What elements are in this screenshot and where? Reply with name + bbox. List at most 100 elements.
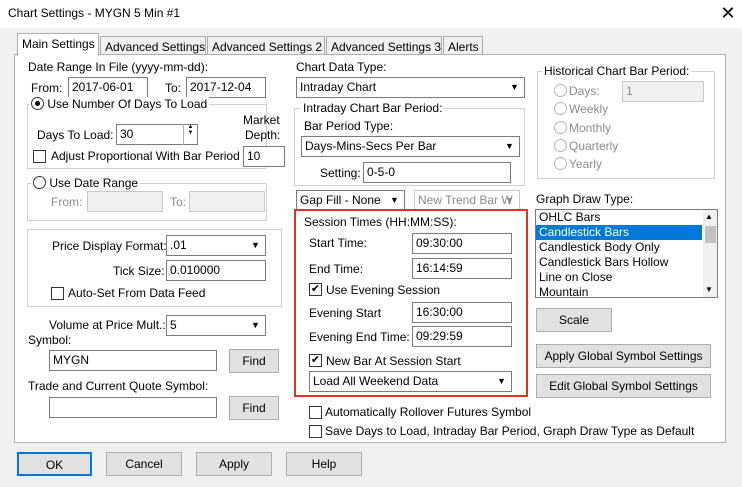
start-time-label: Start Time: [309, 236, 368, 250]
scroll-down-icon[interactable]: ▼ [705, 285, 713, 294]
days-radio[interactable] [31, 97, 44, 110]
title-bar: Chart Settings - MYGN 5 Min #1 ✕ [0, 0, 742, 28]
price-format-select[interactable]: .01 ▼ [166, 235, 266, 256]
apply-button[interactable]: Apply [196, 452, 272, 476]
chevron-down-icon: ▼ [505, 195, 514, 205]
scale-button[interactable]: Scale [536, 308, 612, 332]
list-item[interactable]: Line on Close [536, 270, 717, 285]
date-range-radio-row[interactable]: Use Date Range [31, 176, 141, 190]
bar-period-type-label: Bar Period Type: [304, 119, 394, 133]
chevron-down-icon: ▼ [390, 195, 399, 205]
spin-down-icon[interactable]: ▼ [184, 130, 197, 136]
historical-days-label: Days: [569, 84, 600, 98]
symbol-find-button[interactable]: Find [229, 349, 279, 373]
date-range-label: Date Range In File (yyyy-mm-dd): [28, 60, 209, 74]
volume-mult-label: Volume at Price Mult.: [49, 318, 166, 332]
historical-group-label: Historical Chart Bar Period: [542, 64, 692, 78]
tick-size-field[interactable]: 0.010000 [166, 260, 266, 281]
start-time-field[interactable]: 09:30:00 [412, 233, 512, 254]
chevron-down-icon: ▼ [251, 320, 260, 330]
evening-session-checkbox[interactable]: ✔ [309, 283, 322, 296]
session-times-label: Session Times (HH:MM:SS): [304, 215, 457, 229]
scroll-thumb[interactable] [705, 226, 716, 243]
tick-size-label: Tick Size: [113, 264, 165, 278]
adjust-proportional-checkbox[interactable] [33, 150, 46, 163]
chevron-down-icon: ▼ [497, 376, 506, 386]
date-range-from-label: From: [51, 195, 83, 209]
evening-end-field[interactable]: 09:29:59 [412, 326, 512, 347]
days-radio-row[interactable]: Use Number Of Days To Load [29, 97, 210, 111]
cancel-button[interactable]: Cancel [106, 452, 182, 476]
to-date-field[interactable]: 2017-12-04 [186, 77, 266, 98]
bar-period-type-select[interactable]: Days-Mins-Secs Per Bar ▼ [301, 136, 520, 157]
setting-field[interactable]: 0-5-0 [363, 162, 511, 183]
tab-main-settings[interactable]: Main Settings [17, 33, 99, 56]
days-spinner[interactable]: ▲ ▼ [183, 124, 197, 145]
edit-global-settings-button[interactable]: Edit Global Symbol Settings [536, 374, 711, 398]
new-trend-select: New Trend Bar W ▼ [414, 190, 520, 211]
new-trend-value: New Trend Bar W [418, 193, 513, 207]
quote-symbol-field[interactable] [49, 397, 217, 418]
chevron-down-icon: ▼ [505, 141, 514, 151]
list-item-selected[interactable]: Candlestick Bars [536, 225, 702, 240]
historical-yearly-radio [554, 157, 567, 170]
ok-button[interactable]: OK [17, 452, 92, 476]
date-range-to-field [189, 191, 265, 212]
volume-mult-select[interactable]: 5 ▼ [166, 315, 266, 336]
price-format-label: Price Display Format: [52, 239, 167, 253]
weekend-data-select[interactable]: Load All Weekend Data ▼ [309, 371, 512, 392]
quote-symbol-find-button[interactable]: Find [229, 396, 279, 420]
historical-quarterly-radio [554, 139, 567, 152]
help-button[interactable]: Help [286, 452, 362, 476]
from-date-field[interactable]: 2017-06-01 [68, 77, 148, 98]
list-item[interactable]: OHLC Bars [536, 210, 717, 225]
evening-session-label: Use Evening Session [326, 283, 441, 297]
graph-draw-type-list[interactable]: OHLC Bars Candlestick Bars Candlestick B… [535, 209, 718, 298]
tab-advanced-settings-2[interactable]: Advanced Settings 2 [207, 36, 325, 56]
gap-fill-select[interactable]: Gap Fill - None ▼ [296, 190, 405, 211]
evening-end-label: Evening End Time: [309, 330, 410, 344]
evening-start-field[interactable]: 16:30:00 [412, 302, 512, 323]
scroll-up-icon[interactable]: ▲ [705, 212, 713, 221]
new-bar-session-label: New Bar At Session Start [326, 354, 461, 368]
date-range-radio-label: Use Date Range [49, 176, 139, 190]
list-scrollbar[interactable]: ▲ ▼ [703, 210, 717, 297]
symbol-field[interactable]: MYGN [49, 350, 217, 371]
list-item[interactable]: Mountain [536, 285, 717, 297]
save-default-checkbox[interactable] [309, 425, 322, 438]
historical-weekly-label: Weekly [569, 102, 609, 116]
from-label: From: [31, 81, 63, 95]
adjust-proportional-label: Adjust Proportional With Bar Period [51, 149, 240, 163]
window-title: Chart Settings - MYGN 5 Min #1 [8, 6, 181, 20]
historical-yearly-label: Yearly [569, 157, 602, 171]
tab-advanced-settings[interactable]: Advanced Settings [100, 36, 206, 56]
market-depth-label-2: Depth: [245, 128, 281, 142]
end-time-field[interactable]: 16:14:59 [412, 258, 512, 279]
date-range-radio[interactable] [33, 176, 46, 189]
apply-global-settings-button[interactable]: Apply Global Symbol Settings [536, 344, 711, 368]
chart-data-type-select[interactable]: Intraday Chart ▼ [296, 77, 525, 98]
chevron-down-icon: ▼ [251, 240, 260, 250]
historical-days-field: 1 [622, 81, 704, 102]
list-item[interactable]: Candlestick Bars Hollow [536, 255, 717, 270]
tab-alerts[interactable]: Alerts [443, 36, 483, 56]
rollover-checkbox[interactable] [309, 406, 322, 419]
historical-monthly-label: Monthly [569, 121, 612, 135]
market-depth-label-1: Market [243, 113, 280, 127]
save-default-label: Save Days to Load, Intraday Bar Period, … [325, 424, 695, 438]
market-depth-field[interactable]: 10 [243, 146, 285, 167]
volume-mult-value: 5 [170, 318, 177, 332]
end-time-label: End Time: [309, 262, 364, 276]
auto-set-label: Auto-Set From Data Feed [68, 286, 206, 300]
auto-set-checkbox[interactable] [51, 287, 64, 300]
close-icon[interactable]: ✕ [716, 2, 740, 24]
quote-symbol-label: Trade and Current Quote Symbol: [28, 379, 209, 393]
list-item[interactable]: Candlestick Body Only [536, 240, 717, 255]
weekend-data-value: Load All Weekend Data [313, 374, 439, 388]
chart-data-type-value: Intraday Chart [300, 80, 377, 94]
to-label: To: [165, 81, 182, 95]
historical-weekly-radio [554, 102, 567, 115]
tab-advanced-settings-3[interactable]: Advanced Settings 3 [326, 36, 442, 56]
date-range-to-label: To: [170, 195, 187, 209]
new-bar-session-checkbox[interactable]: ✔ [309, 354, 322, 367]
